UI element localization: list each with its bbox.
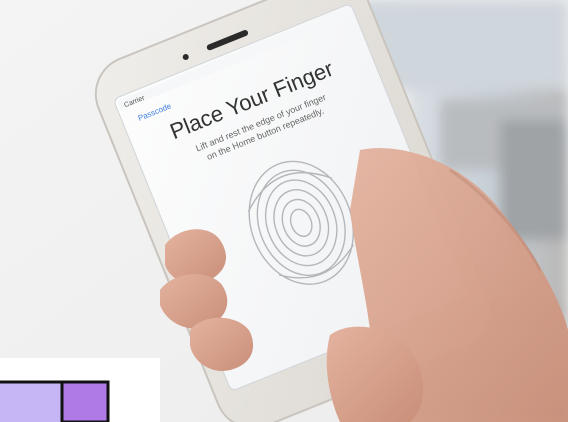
swatch-right [60, 380, 110, 422]
photo: Carrier Passcode Place Your Finger Lift … [0, 0, 568, 422]
swatch-left [0, 382, 62, 422]
color-swatch-panel [0, 358, 160, 422]
